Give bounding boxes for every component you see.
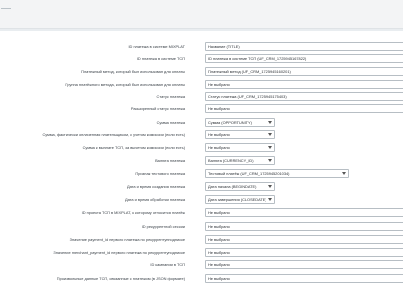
form-row: Значение merchant_payment_id первого пла… xyxy=(0,247,403,259)
field-label: ID платежа в системе MIXPLAT xyxy=(128,44,185,49)
field-select[interactable]: Дата начала (BEGINDATE) xyxy=(205,182,275,191)
field-label: Произвольные данные ТСП, связанные с пла… xyxy=(56,276,185,281)
select-value: Не выбрано xyxy=(208,82,230,87)
chevron-down-icon xyxy=(268,133,272,136)
form-row: Сумма платежа Сумма (OPPORTUNITY) xyxy=(0,117,403,129)
select-value: Платежный метод (UF_CRM_1725945160201) xyxy=(208,69,291,74)
form-row: Признак тестового платежа Тестовый платё… xyxy=(0,168,403,180)
field-label: ID кампании в ТСП xyxy=(150,262,185,267)
select-value: Не выбрано xyxy=(208,262,230,267)
field-label: Сумма платежа xyxy=(156,120,185,125)
field-label: ID проекта ТСП в MIXPLAT, к которому отн… xyxy=(81,210,185,215)
form-row: Дата и время создания платежа Дата начал… xyxy=(0,181,403,193)
top-strip xyxy=(0,0,403,29)
select-value: Валюта (CURRENCY_ID) xyxy=(208,158,254,163)
field-mapping-form: ID платежа в системе MIXPLAT Название (T… xyxy=(0,31,403,294)
field-select[interactable]: Не выбрано xyxy=(205,104,403,113)
select-value: Дата начала (BEGINDATE) xyxy=(208,184,257,189)
form-row: Значение payment_id первого платежа по р… xyxy=(0,234,403,246)
form-row: Сумма, фактически оплаченная плательщико… xyxy=(0,129,403,141)
field-select[interactable]: Не выбрано xyxy=(205,248,403,257)
field-label: Сумма, фактически оплаченная плательщико… xyxy=(42,132,185,137)
select-value: Не выбрано xyxy=(208,132,230,137)
field-label: Сумма к выплате ТСП, за вычетом комиссии… xyxy=(82,145,185,150)
field-select[interactable]: Сумма (OPPORTUNITY) xyxy=(205,118,275,127)
field-label: Дата и время обработки платежа xyxy=(124,197,185,202)
form-row: ID платежа в системе ТСП ID платежа в си… xyxy=(0,53,403,65)
field-select[interactable]: Не выбрано xyxy=(205,235,403,244)
chevron-down-icon xyxy=(268,121,272,124)
field-select[interactable]: Платежный метод (UF_CRM_1725945160201) xyxy=(205,67,403,76)
field-select[interactable]: Не выбрано xyxy=(205,260,403,269)
form-row: Статус платежа Статус платежа (UF_CRM_17… xyxy=(0,91,403,103)
chevron-down-icon xyxy=(268,146,272,149)
field-select[interactable]: Не выбрано xyxy=(205,222,403,231)
form-row: ID рекуррентной сессии Не выбрано xyxy=(0,221,403,233)
field-label: Признак тестового платежа xyxy=(135,171,185,176)
field-select[interactable]: Не выбрано xyxy=(205,208,403,217)
field-select[interactable]: Не выбрано xyxy=(205,80,403,89)
field-select[interactable]: Тестовый платёж (UF_CRM_1725945201034) xyxy=(205,169,349,178)
select-value: Не выбрано xyxy=(208,276,230,281)
field-select[interactable]: Название (TITLE) xyxy=(205,42,403,51)
field-label: Валюта платежа xyxy=(155,158,185,163)
field-label: Статус платежа xyxy=(156,94,185,99)
field-select[interactable]: Не выбрано xyxy=(205,130,275,139)
field-label: Группа платёжного метода, который был ис… xyxy=(65,82,185,87)
field-select[interactable]: Дата завершения (CLOSEDATE) xyxy=(205,195,275,204)
field-label: Платежный метод, который был использован… xyxy=(81,69,185,74)
field-select[interactable]: Не выбрано xyxy=(205,143,275,152)
field-label: Значение payment_id первого платежа по р… xyxy=(69,237,185,242)
select-value: Статус платежа (UF_CRM_1725945175403) xyxy=(208,94,287,99)
form-row: ID проекта ТСП в MIXPLAT, к которому отн… xyxy=(0,207,403,219)
form-row: Сумма к выплате ТСП, за вычетом комиссии… xyxy=(0,142,403,154)
field-label: Расширенный статус платежа xyxy=(130,106,185,111)
select-value: Сумма (OPPORTUNITY) xyxy=(208,120,252,125)
select-value: Не выбрано xyxy=(208,224,230,229)
form-row: Платежный метод, который был использован… xyxy=(0,66,403,78)
form-row: Группа платёжного метода, который был ис… xyxy=(0,79,403,91)
field-select[interactable]: Статус платежа (UF_CRM_1725945175403) xyxy=(205,92,403,101)
select-value: Дата завершения (CLOSEDATE) xyxy=(208,197,266,202)
chevron-down-icon xyxy=(268,159,272,162)
form-row: ID платежа в системе MIXPLAT Название (T… xyxy=(0,41,403,53)
field-select[interactable]: Не выбрано xyxy=(205,274,403,283)
select-value: ID платежа в системе ТСП (UF_CRM_1725945… xyxy=(208,56,307,61)
field-label: ID платежа в системе ТСП xyxy=(136,56,185,61)
form-row: Расширенный статус платежа Не выбрано xyxy=(0,103,403,115)
chevron-down-icon xyxy=(268,185,272,188)
chevron-down-icon xyxy=(342,172,346,175)
select-value: Не выбрано xyxy=(208,250,230,255)
field-label: ID рекуррентной сессии xyxy=(141,224,185,229)
field-label: Значение merchant_payment_id первого пла… xyxy=(53,250,185,255)
select-value: Не выбрано xyxy=(208,106,230,111)
field-select[interactable]: Валюта (CURRENCY_ID) xyxy=(205,156,275,165)
select-value: Не выбрано xyxy=(208,210,230,215)
select-value: Не выбрано xyxy=(208,237,230,242)
select-value: Название (TITLE) xyxy=(208,44,240,49)
select-value: Не выбрано xyxy=(208,145,230,150)
form-row: Валюта платежа Валюта (CURRENCY_ID) xyxy=(0,155,403,167)
form-row: Произвольные данные ТСП, связанные с пла… xyxy=(0,273,403,285)
form-row: ID кампании в ТСП Не выбрано xyxy=(0,259,403,271)
select-value: Тестовый платёж (UF_CRM_1725945201034) xyxy=(208,171,290,176)
chevron-down-icon xyxy=(268,198,272,201)
divider xyxy=(1,4,11,9)
form-row: Дата и время обработки платежа Дата заве… xyxy=(0,194,403,206)
field-label: Дата и время создания платежа xyxy=(126,184,185,189)
field-select[interactable]: ID платежа в системе ТСП (UF_CRM_1725945… xyxy=(205,54,403,63)
